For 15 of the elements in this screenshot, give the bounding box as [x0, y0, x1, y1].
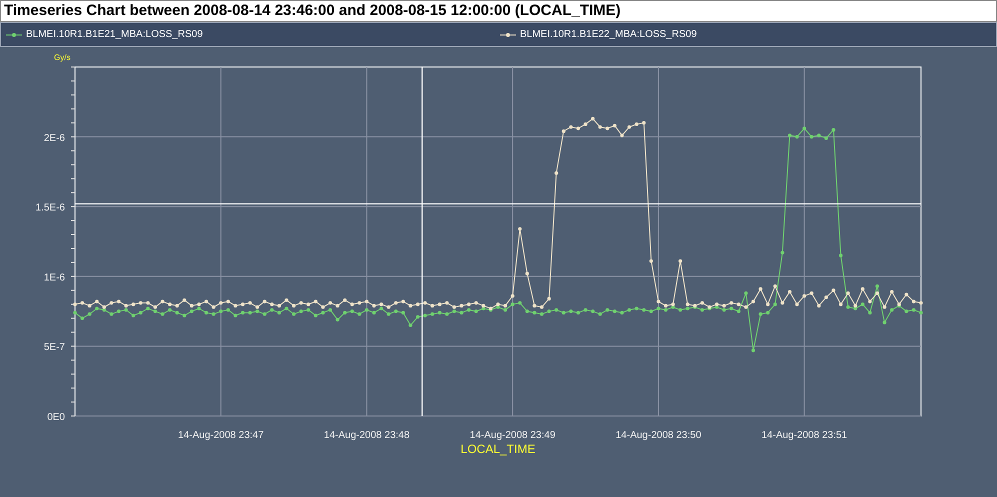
y-tick-label: 1E-6 [44, 272, 65, 284]
y-tick-label: 1.5E-6 [36, 202, 65, 214]
y-tick-label: 5E-7 [44, 342, 65, 354]
x-tick-label: 14-Aug-2008 23:48 [324, 430, 410, 441]
y-axis-title: Gy/s [54, 53, 70, 62]
x-axis-title: LOCAL_TIME [460, 442, 536, 456]
legend-label: BLMEI.10R1.B1E22_MBA:LOSS_RS09 [520, 29, 697, 40]
x-tick-label: 14-Aug-2008 23:50 [616, 430, 702, 441]
chart-title: Timeseries Chart between 2008-08-14 23:46:00 and 2008-08-15 12:00:00 (LOCAL_TIME) [0, 0, 997, 22]
y-tick-label: 0E0 [47, 412, 65, 423]
x-tick-label: 14-Aug-2008 23:51 [762, 430, 848, 441]
y-tick-label: 2E-6 [44, 132, 65, 144]
legend-label: BLMEI.10R1.B1E21_MBA:LOSS_RS09 [26, 29, 203, 40]
x-tick-label: 14-Aug-2008 23:49 [470, 430, 556, 441]
x-tick-label: 14-Aug-2008 23:47 [178, 430, 264, 441]
